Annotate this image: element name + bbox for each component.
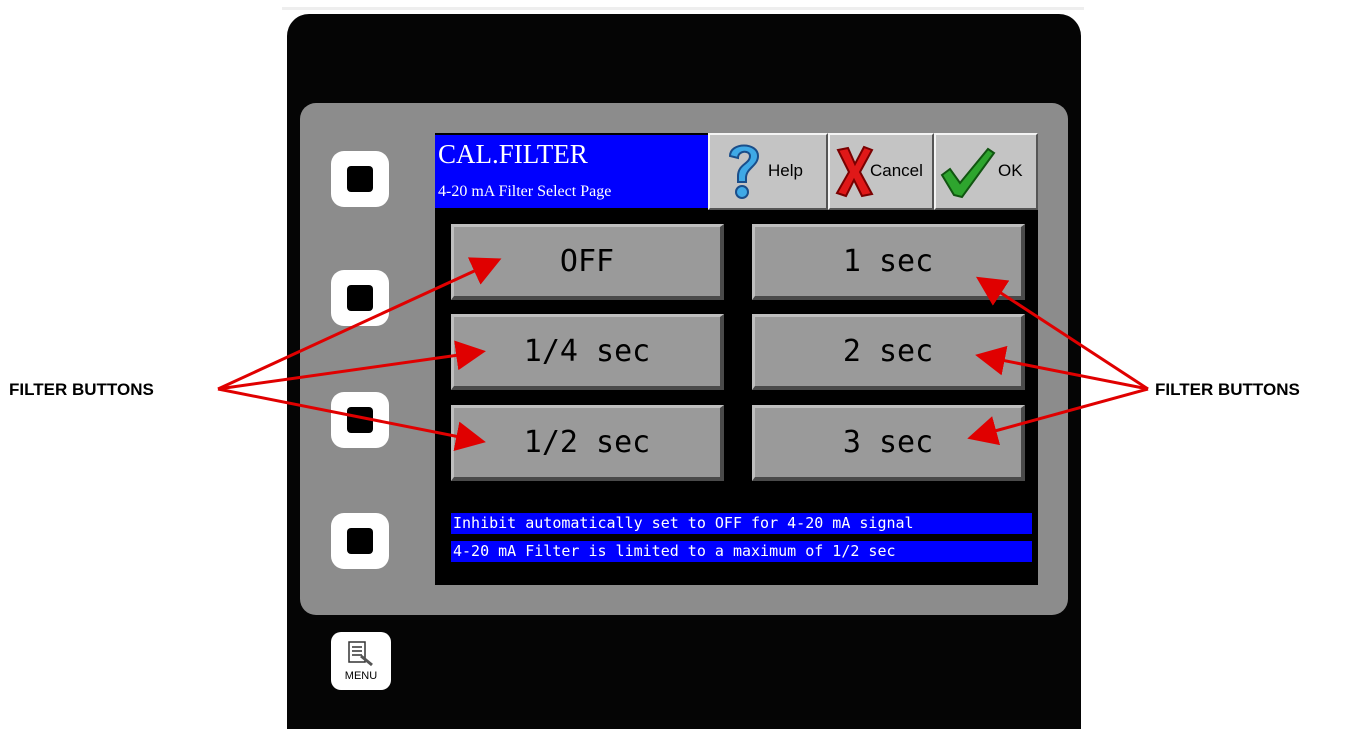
arrow-to-3-sec [967,387,1149,446]
callout-arrows [217,257,1149,452]
arrow-to-half-sec [217,387,486,452]
